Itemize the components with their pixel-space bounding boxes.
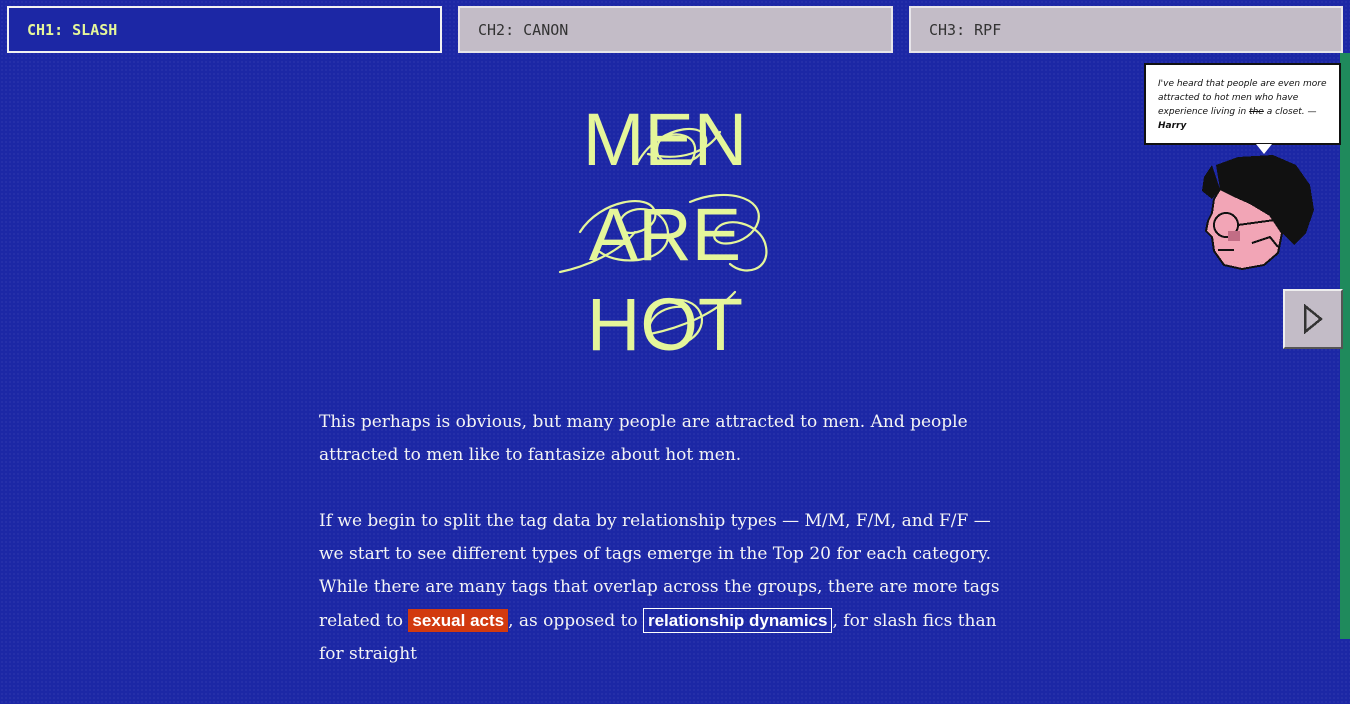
tab-label: CH2: CANON bbox=[478, 20, 569, 39]
tab-label: CH1: SLASH bbox=[27, 20, 118, 39]
bubble-tail bbox=[1256, 144, 1272, 154]
paragraph-tags: If we begin to split the tag data by rel… bbox=[319, 505, 1019, 671]
paragraph-text: , as opposed to bbox=[508, 611, 643, 631]
article-body: This perhaps is obvious, but many people… bbox=[319, 406, 1019, 704]
title-line-hot: HOT bbox=[587, 283, 743, 366]
tab-label: CH3: RPF bbox=[929, 20, 1002, 39]
bubble-text-after: a closet. — bbox=[1263, 107, 1317, 117]
tab-ch3-rpf[interactable]: CH3: RPF bbox=[909, 6, 1343, 53]
paragraph-intro: This perhaps is obvious, but many people… bbox=[319, 412, 968, 465]
speech-bubble: I've heard that people are even more att… bbox=[1144, 63, 1341, 145]
chevron-right-icon bbox=[1303, 304, 1323, 334]
tab-ch2-canon[interactable]: CH2: CANON bbox=[458, 6, 893, 53]
bubble-speaker: Harry bbox=[1158, 121, 1187, 131]
tab-ch1-slash[interactable]: CH1: SLASH bbox=[7, 6, 442, 53]
page-title: MEN ARE HOT bbox=[558, 98, 768, 366]
tag-sexual-acts[interactable]: sexual acts bbox=[408, 609, 509, 632]
bubble-struck-text: the bbox=[1249, 107, 1264, 117]
title-line-men: MEN bbox=[583, 98, 747, 181]
harry-avatar bbox=[1202, 155, 1314, 271]
tag-relationship-dynamics[interactable]: relationship dynamics bbox=[642, 608, 833, 633]
next-button[interactable] bbox=[1283, 289, 1343, 349]
